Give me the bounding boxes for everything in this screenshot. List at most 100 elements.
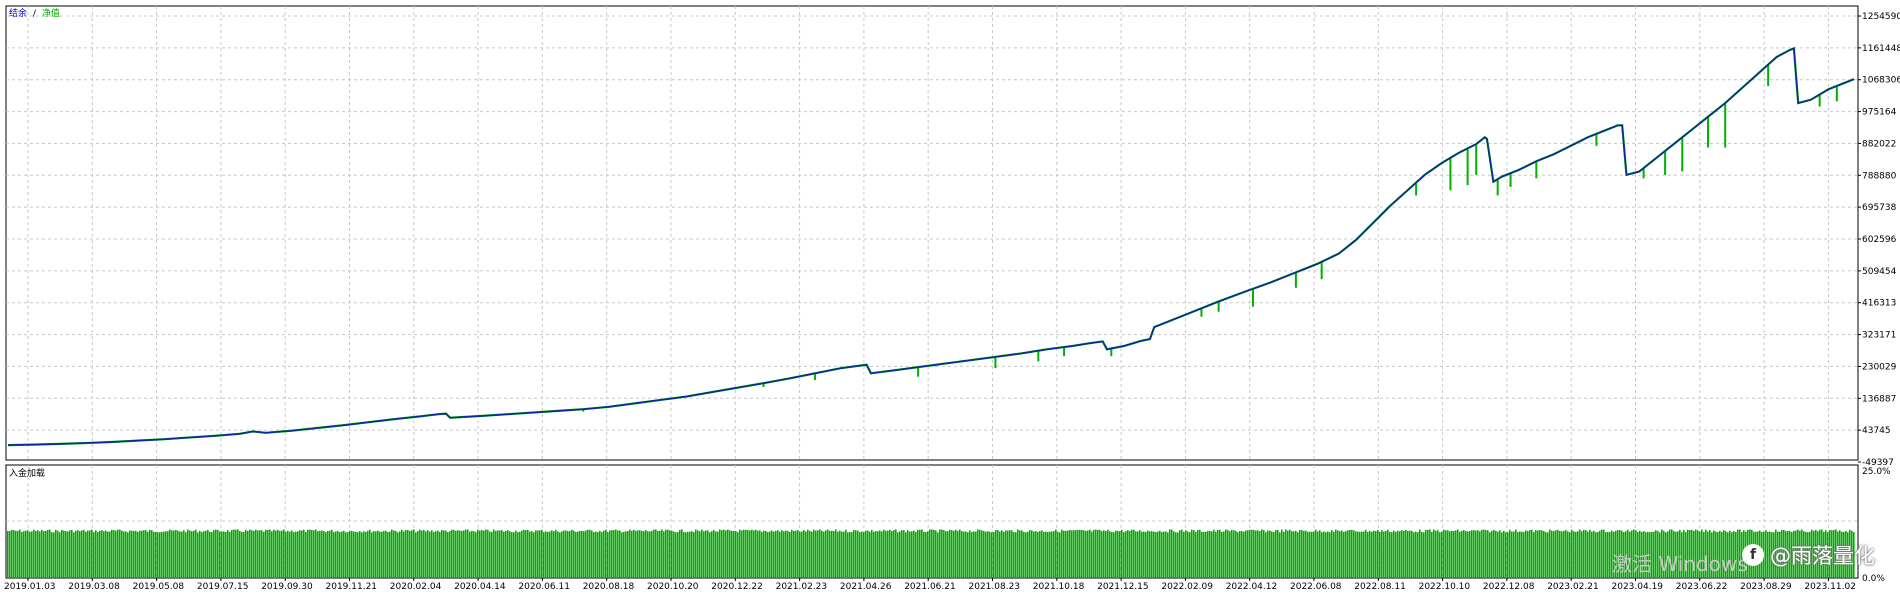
deposit-bar <box>811 531 813 578</box>
deposit-bar <box>841 531 843 578</box>
deposit-bar <box>619 530 621 578</box>
deposit-bar <box>115 530 117 578</box>
deposit-bar <box>1021 530 1023 578</box>
deposit-bar <box>1483 529 1485 578</box>
deposit-bar <box>1363 531 1365 578</box>
deposit-bar <box>227 530 229 578</box>
deposit-bar <box>1543 530 1545 578</box>
deposit-bar <box>533 532 535 578</box>
deposit-bar <box>1545 532 1547 578</box>
deposit-bar <box>1515 529 1517 578</box>
deposit-bar <box>1303 530 1305 578</box>
deposit-bar <box>1195 531 1197 578</box>
deposit-bar <box>469 531 471 578</box>
deposit-bar <box>163 531 165 578</box>
deposit-bar <box>1527 530 1529 578</box>
deposit-bar <box>755 529 757 578</box>
deposit-bar <box>161 532 163 578</box>
deposit-bar <box>537 530 539 578</box>
deposit-bar <box>359 531 361 578</box>
deposit-bar <box>955 529 957 578</box>
deposit-bar <box>1295 530 1297 578</box>
deposit-bar <box>249 529 251 578</box>
x-tick-label: 2019.11.21 <box>326 582 378 592</box>
deposit-bar <box>1223 531 1225 578</box>
deposit-bar <box>1173 531 1175 578</box>
x-tick-label: 2019.03.08 <box>68 582 120 592</box>
deposit-bar <box>1319 530 1321 578</box>
deposit-bar <box>521 530 523 578</box>
deposit-bar <box>1103 530 1105 578</box>
deposit-bar <box>557 531 559 578</box>
deposit-bar <box>317 531 319 578</box>
deposit-bar <box>943 530 945 578</box>
deposit-bar <box>1251 529 1253 578</box>
deposit-bar <box>35 530 37 578</box>
deposit-bar <box>769 531 771 578</box>
deposit-bar <box>603 530 605 578</box>
deposit-bar <box>77 530 79 578</box>
deposit-bar <box>539 530 541 578</box>
deposit-bar <box>661 529 663 578</box>
deposit-bar <box>255 529 257 578</box>
deposit-bar <box>153 531 155 578</box>
deposit-bar <box>801 531 803 578</box>
deposit-bar <box>1265 532 1267 578</box>
deposit-bar <box>1243 531 1245 578</box>
deposit-bar <box>1405 529 1407 578</box>
deposit-bar <box>1537 530 1539 578</box>
deposit-bar <box>47 529 49 578</box>
deposit-bar <box>1337 530 1339 578</box>
deposit-bar <box>501 530 503 578</box>
deposit-bar <box>803 530 805 578</box>
x-tick-label: 2022.12.08 <box>1483 582 1535 592</box>
deposit-bar <box>483 530 485 578</box>
deposit-bar <box>315 529 317 578</box>
deposit-bar <box>225 532 227 578</box>
deposit-bar <box>529 531 531 578</box>
deposit-bar <box>377 530 379 578</box>
deposit-bar <box>567 531 569 578</box>
deposit-bar <box>1463 530 1465 578</box>
deposit-bar <box>1031 530 1033 578</box>
deposit-bar <box>1281 529 1283 578</box>
deposit-bar <box>587 529 589 578</box>
deposit-bar <box>985 531 987 578</box>
deposit-bar <box>1055 529 1057 578</box>
deposit-bar <box>1339 531 1341 578</box>
deposit-bar <box>1395 531 1397 578</box>
y-tick-label: 695738 <box>1862 203 1897 213</box>
deposit-bar <box>1207 530 1209 578</box>
deposit-bar <box>37 530 39 578</box>
deposit-bar <box>417 530 419 578</box>
deposit-bar <box>527 529 529 578</box>
deposit-bar <box>1003 531 1005 578</box>
deposit-bar <box>1541 530 1543 578</box>
deposit-bar <box>551 530 553 578</box>
deposit-bar <box>1599 530 1601 578</box>
deposit-bar <box>339 532 341 578</box>
deposit-bar <box>1563 530 1565 578</box>
deposit-bar <box>1229 531 1231 578</box>
deposit-bar <box>865 530 867 578</box>
sub-panel-label: 入金加载 <box>9 467 45 479</box>
deposit-bar <box>1001 530 1003 578</box>
deposit-bar <box>1045 531 1047 578</box>
deposit-bar <box>783 531 785 578</box>
deposit-bar <box>753 530 755 578</box>
deposit-bar <box>629 529 631 578</box>
deposit-bar <box>675 532 677 578</box>
deposit-bar <box>1199 529 1201 578</box>
deposit-bar <box>479 530 481 578</box>
deposit-bar <box>1445 530 1447 578</box>
deposit-bar <box>1417 532 1419 578</box>
deposit-bar <box>243 531 245 578</box>
deposit-bar <box>41 529 43 578</box>
deposit-bar <box>947 531 949 578</box>
deposit-bar <box>1441 531 1443 578</box>
deposit-bar <box>461 530 463 578</box>
deposit-bar <box>1065 530 1067 578</box>
y-tick-label: 323171 <box>1862 331 1896 341</box>
chart-root: 1254590 1161448 1068306 975164 882022 788880 6… <box>0 0 1900 595</box>
deposit-bar <box>145 530 147 578</box>
